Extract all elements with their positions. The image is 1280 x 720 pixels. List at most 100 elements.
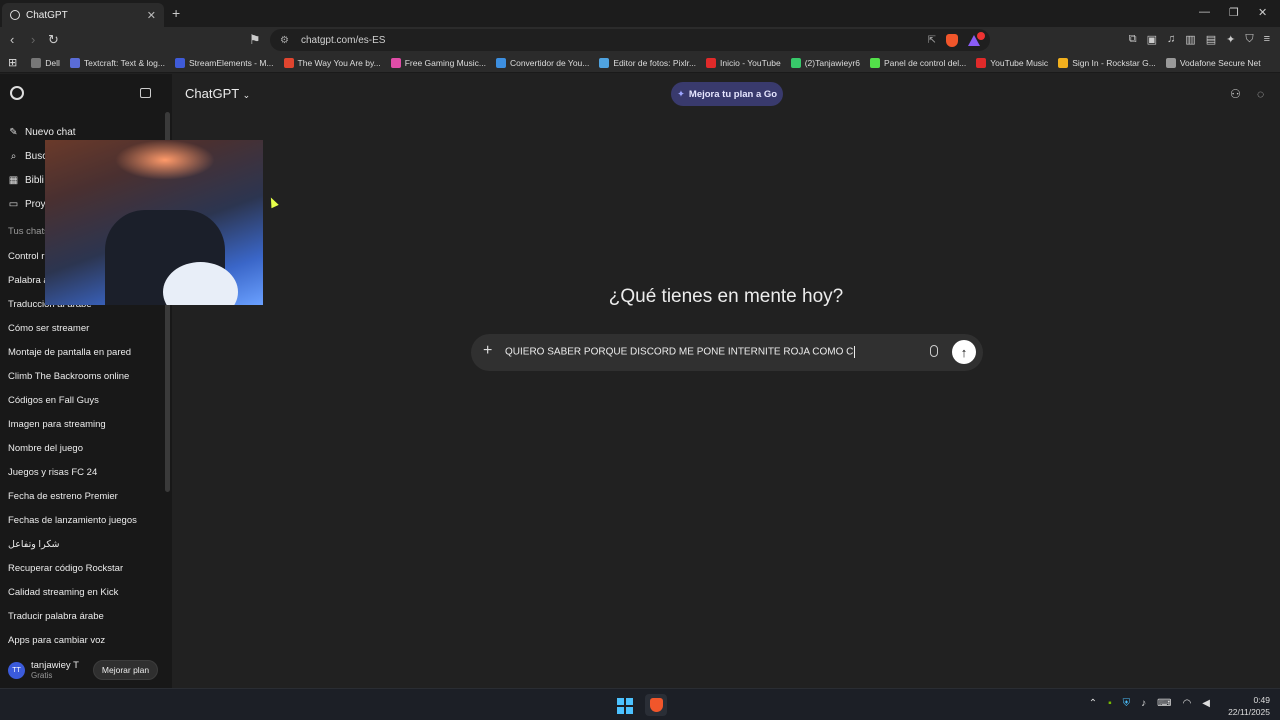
bookmark-item[interactable]: StreamElements - M...	[174, 57, 274, 68]
security-icon[interactable]: ⛨	[1123, 698, 1131, 709]
edit-icon: ✎	[9, 126, 18, 138]
bookmark-favicon-icon	[1165, 57, 1176, 68]
bookmark-item[interactable]: Inicio - YouTube	[706, 57, 781, 68]
chat-history-item[interactable]: Nombre del juego	[8, 436, 164, 460]
nvidia-icon[interactable]: ▪	[1108, 698, 1112, 709]
site-settings-icon[interactable]: ⚙	[280, 35, 289, 46]
bookmark-label: Inicio - YouTube	[720, 57, 781, 68]
music-icon[interactable]: ♫	[1167, 33, 1175, 46]
tab-title: ChatGPT	[26, 9, 68, 21]
bookmark-favicon-icon	[390, 57, 401, 68]
chatgpt-logo-icon[interactable]	[10, 86, 24, 100]
avatar[interactable]: TT	[8, 661, 25, 679]
tab-chatgpt[interactable]: ChatGPT ✕	[2, 3, 164, 27]
restore-icon[interactable]: ❐	[1229, 6, 1239, 19]
reload-icon[interactable]: ↻	[48, 32, 59, 48]
address-bar[interactable]: ⚙ chatgpt.com/es-ES ⇱	[270, 29, 990, 51]
bookmark-label: Dell	[45, 57, 60, 68]
volume-icon[interactable]: ◀	[1202, 698, 1210, 709]
add-person-icon[interactable]: ⚇	[1230, 87, 1241, 101]
send-button[interactable]: ↑	[952, 340, 976, 364]
sidebar-toggle-icon[interactable]	[140, 88, 151, 98]
bookmark-item[interactable]: Dell	[31, 57, 60, 68]
prompt-input[interactable]: QUIERO SABER PORQUE DISCORD ME PONE INTE…	[505, 346, 856, 358]
wallet-icon[interactable]: ▤	[1206, 33, 1216, 46]
chat-history-item[interactable]: Montaje de pantalla en pared	[8, 340, 164, 364]
mic-tray-icon[interactable]: ♪	[1141, 698, 1146, 709]
chevron-down-icon: ⌄	[242, 90, 251, 100]
brave-rewards-icon[interactable]	[968, 31, 985, 46]
bookmark-item[interactable]: Textcraft: Text & log...	[69, 57, 165, 68]
library-icon: ▦	[8, 174, 19, 186]
browser-toolbar: ‹ › ↻ ⚑ ⚙ chatgpt.com/es-ES ⇱ ⧉ ▣ ♫ ▥ ▤ …	[0, 27, 1280, 53]
chat-history-item[interactable]: Climb The Backrooms online	[8, 364, 164, 388]
bookmark-item[interactable]: YouTube Music	[976, 57, 1048, 68]
bookmark-item[interactable]: Convertidor de You...	[495, 57, 589, 68]
sparkle-icon: ✦	[676, 88, 685, 100]
upgrade-go-button[interactable]: ✦ Mejora tu plan a Go	[671, 82, 783, 106]
brave-shields-icon[interactable]	[946, 33, 958, 47]
back-icon[interactable]: ‹	[10, 32, 14, 47]
screenshot-icon[interactable]: ▣	[1147, 33, 1157, 46]
temporary-chat-icon[interactable]: ◌	[1257, 87, 1264, 101]
chat-history-item[interactable]: Imagen para streaming	[8, 412, 164, 436]
vpn-icon[interactable]: ⛉	[1245, 33, 1253, 46]
new-tab-button[interactable]: +	[172, 5, 180, 21]
model-selector[interactable]: ChatGPT ⌄	[185, 86, 250, 101]
sidebar-icon[interactable]: ▥	[1185, 33, 1195, 46]
bookmark-favicon-icon	[31, 57, 42, 68]
minimize-icon[interactable]: —	[1199, 6, 1210, 18]
chat-history-item[interactable]: Fecha de estreno Premier	[8, 484, 164, 508]
apps-grid-icon[interactable]: ⊞	[8, 56, 17, 69]
bookmark-item[interactable]: (2)Tanjawieyr6	[790, 57, 860, 68]
forward-icon[interactable]: ›	[31, 32, 35, 47]
sidebar-menu-label: Nuevo chat	[25, 126, 76, 138]
system-clock[interactable]: 0:49 22/11/2025	[1228, 694, 1270, 718]
chat-history-item[interactable]: Traducir palabra árabe	[8, 604, 164, 628]
upgrade-go-label: Mejora tu plan a Go	[688, 88, 778, 100]
chat-history-item[interactable]: Recuperar código Rockstar	[8, 556, 164, 580]
bookmark-item[interactable]: The Way You Are by...	[283, 57, 381, 68]
bookmark-favicon-icon	[1058, 57, 1069, 68]
leo-ai-icon[interactable]: ✦	[1226, 33, 1235, 46]
share-icon[interactable]: ⇱	[928, 35, 936, 46]
bookmark-item[interactable]: Free Gaming Music...	[390, 57, 486, 68]
chat-history-item[interactable]: Cómo ser streamer	[8, 316, 164, 340]
chat-history-item[interactable]: Apps para cambiar voz	[8, 628, 164, 652]
prompt-composer[interactable]: + QUIERO SABER PORQUE DISCORD ME PONE IN…	[471, 334, 983, 371]
chat-history-item[interactable]: شكرا وتفاعل	[8, 532, 164, 556]
wifi-icon[interactable]: ◠	[1183, 698, 1192, 709]
extensions-icon[interactable]: ⧉	[1129, 33, 1137, 46]
bookmark-item[interactable]: Editor de fotos: Pixlr...	[599, 57, 696, 68]
close-tab-icon[interactable]: ✕	[147, 9, 156, 22]
user-profile[interactable]: TT tanjawiey T Gratis Mejorar plan	[0, 652, 172, 688]
chevron-up-icon[interactable]: ⌃	[1089, 698, 1097, 709]
window-close-icon[interactable]: ✕	[1258, 6, 1267, 19]
menu-icon[interactable]: ≡	[1264, 33, 1270, 46]
search-icon: ⌕	[10, 150, 17, 162]
mouse-cursor-icon	[267, 195, 279, 209]
extension-toolbar: ⧉ ▣ ♫ ▥ ▤ ✦ ⛉ ≡	[1129, 33, 1270, 46]
webcam-light	[115, 140, 215, 180]
chat-history-item[interactable]: Fechas de lanzamiento juegos	[8, 508, 164, 532]
bookmark-item[interactable]: Vodafone Secure Net	[1165, 57, 1261, 68]
chat-history-item[interactable]: Códigos en Fall Guys	[8, 388, 164, 412]
webcam-overlay	[45, 140, 263, 305]
windows-start-icon[interactable]	[617, 698, 633, 714]
bookmark-item[interactable]: Sign In - Rockstar G...	[1058, 57, 1156, 68]
chat-history-item[interactable]: Calidad streaming en Kick	[8, 580, 164, 604]
keyboard-icon[interactable]: ⌨	[1157, 698, 1171, 709]
add-attachment-icon[interactable]: +	[483, 342, 492, 360]
bookmark-icon[interactable]: ⚑	[249, 32, 261, 48]
chat-history-item[interactable]: Juegos y risas FC 24	[8, 460, 164, 484]
bookmark-label: StreamElements - M...	[188, 57, 274, 68]
url-text: chatgpt.com/es-ES	[300, 34, 386, 46]
bookmark-item[interactable]: Panel de control del...	[869, 57, 966, 68]
upgrade-plan-button[interactable]: Mejorar plan	[92, 660, 159, 680]
sidebar-menu-label: Busc	[25, 150, 48, 162]
brave-taskbar-icon[interactable]	[645, 694, 667, 716]
bookmark-label: Vodafone Secure Net	[1179, 57, 1261, 68]
bookmark-favicon-icon	[69, 57, 80, 68]
microphone-icon[interactable]	[930, 345, 938, 357]
sidebar-menu-label: Bibli	[25, 174, 44, 186]
